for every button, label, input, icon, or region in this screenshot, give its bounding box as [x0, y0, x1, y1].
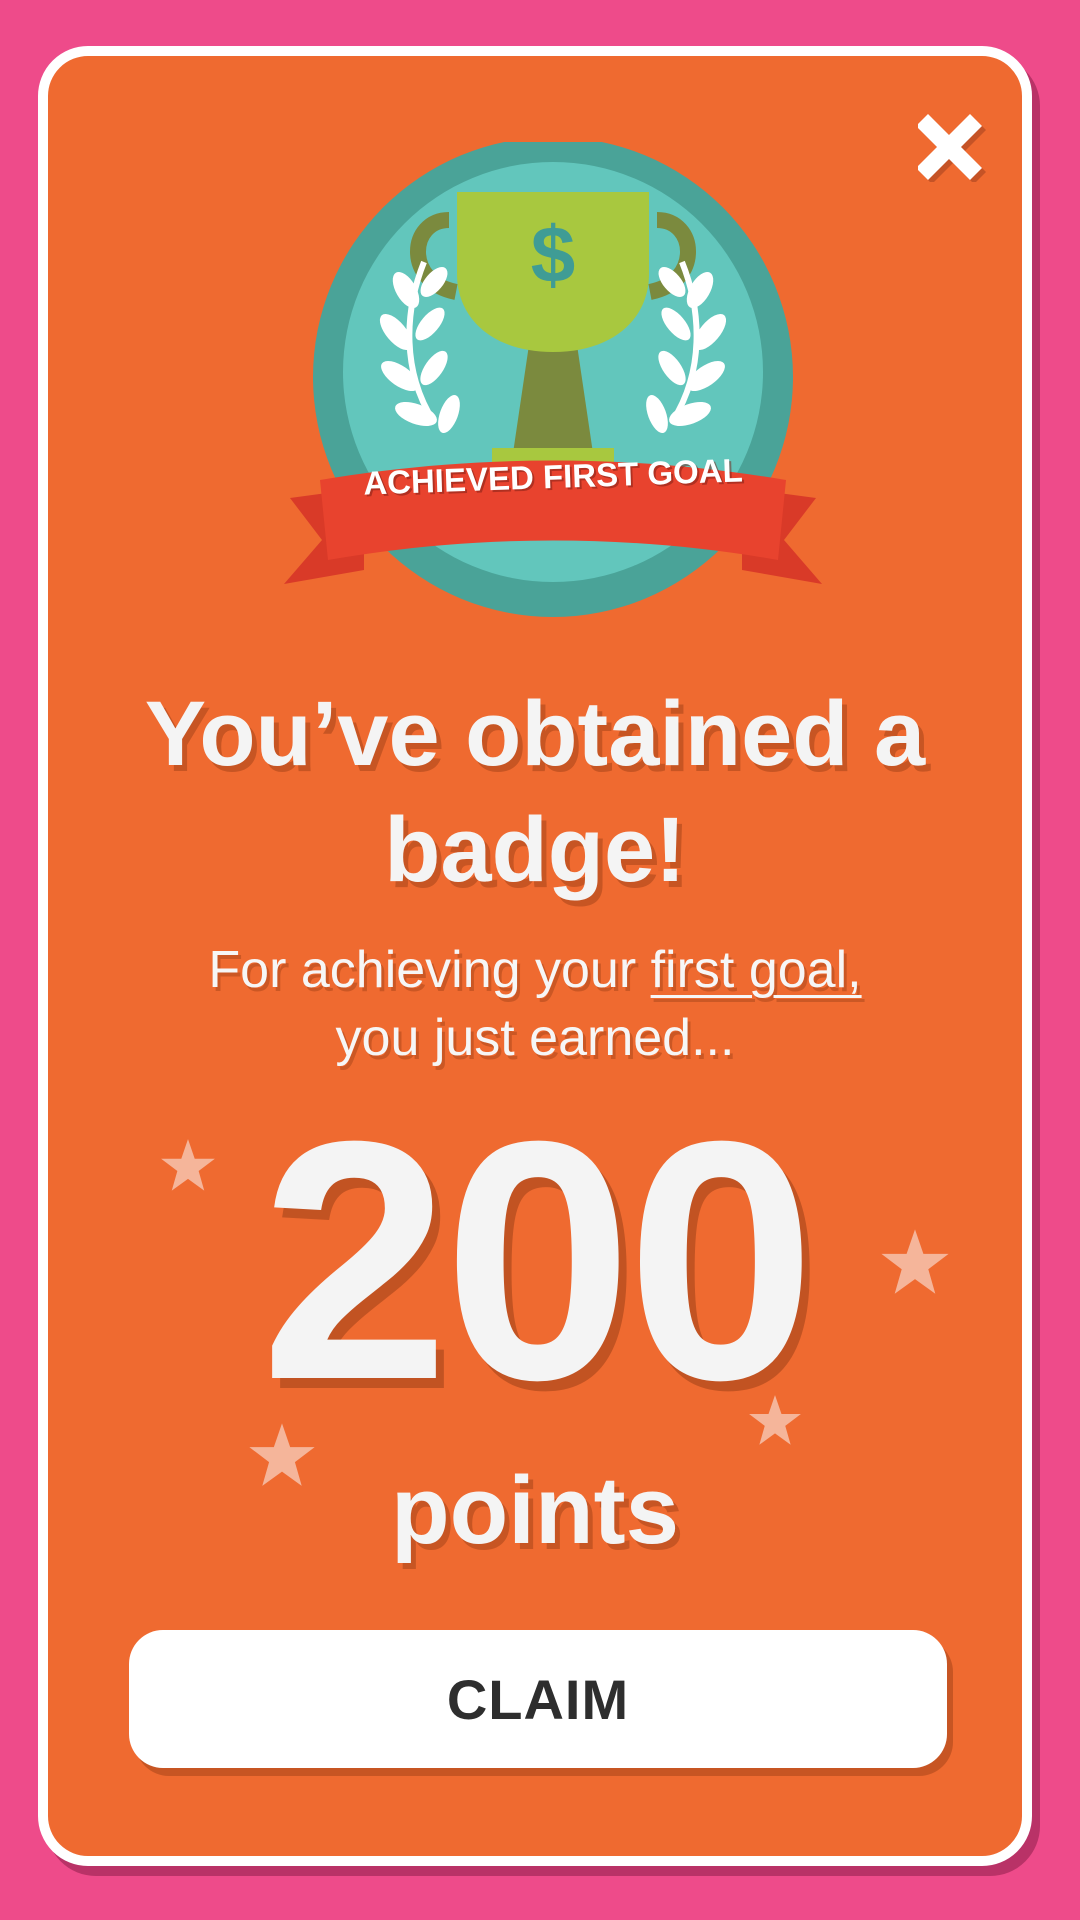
svg-text:$: $ — [531, 210, 576, 299]
claim-button[interactable]: CLAIM — [129, 1630, 947, 1768]
first-goal-link[interactable]: first goal, — [651, 941, 862, 999]
badge-dialog: $ ACHIEVED FIRST GOAL You’ve obtained a … — [38, 46, 1032, 1866]
points-label: points — [391, 1457, 679, 1564]
subtitle-prefix: For achieving your — [208, 941, 651, 999]
subtitle: For achieving your first goal, you just … — [48, 936, 1022, 1072]
achievement-badge: $ — [284, 142, 822, 617]
subtitle-line-2: you just earned... — [335, 1009, 735, 1067]
headline-line-1: You’ve obtained a — [144, 683, 926, 785]
close-icon[interactable] — [918, 112, 988, 182]
page-title: You’ve obtained a badge! — [48, 676, 1022, 908]
points-value: 200 — [260, 1071, 815, 1451]
headline-line-2: badge! — [384, 799, 686, 901]
